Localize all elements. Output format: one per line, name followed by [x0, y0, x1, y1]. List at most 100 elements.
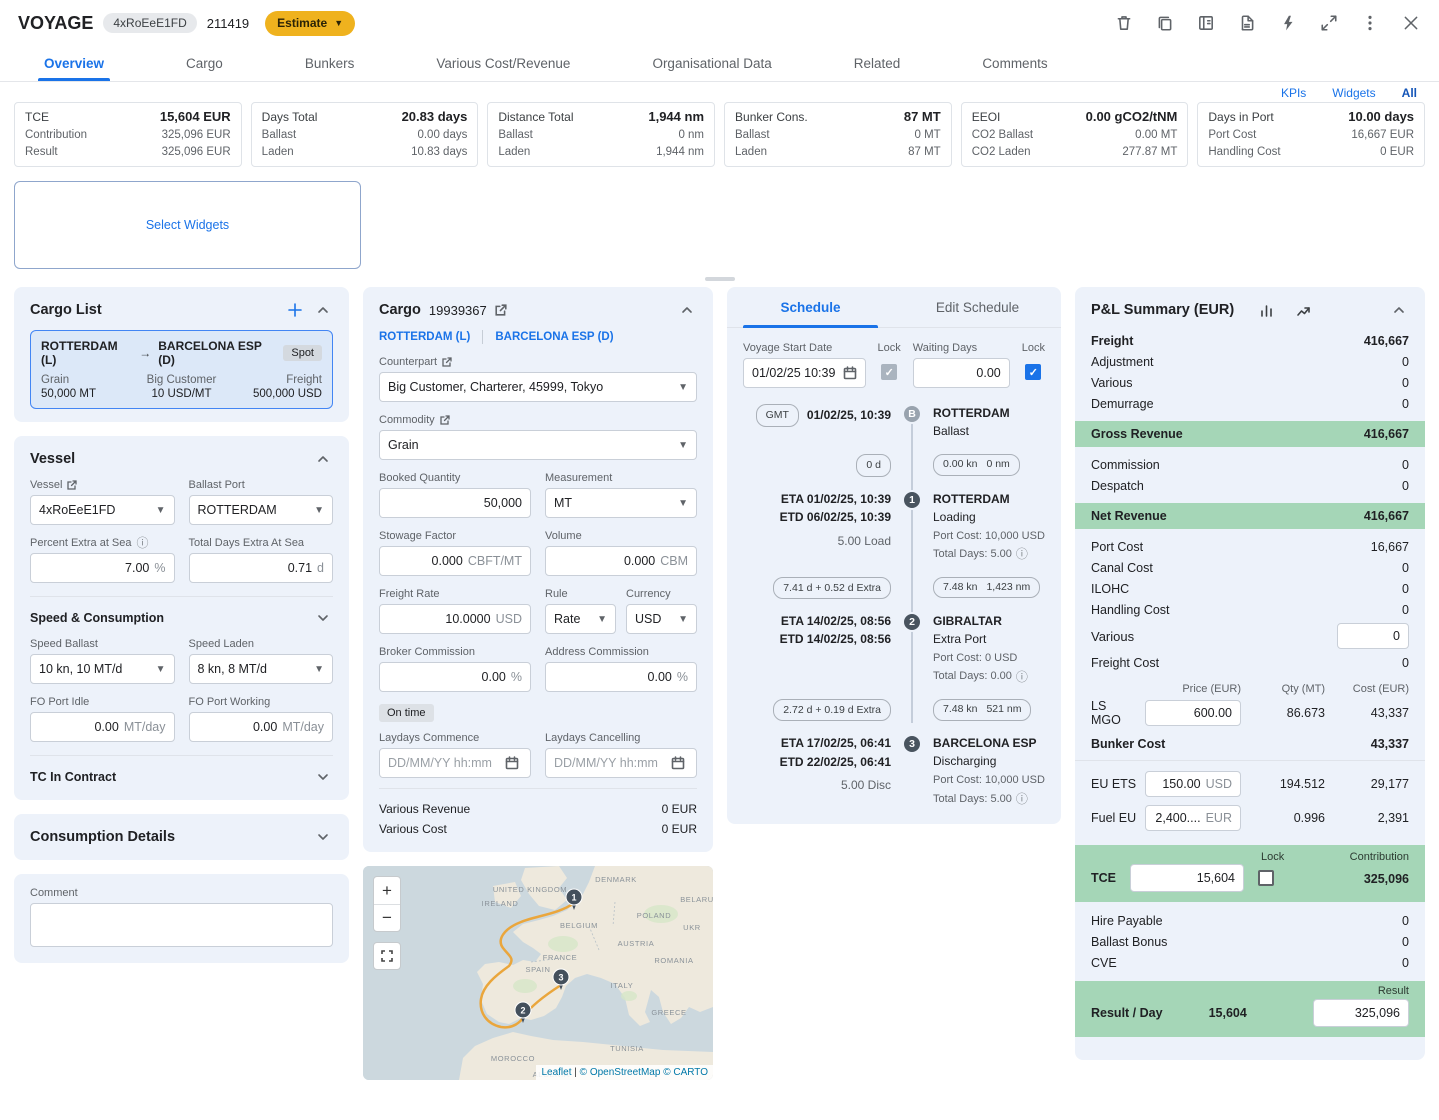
euets-price-input[interactable]: 150.00USD [1145, 771, 1241, 797]
collapse-vessel-icon[interactable] [313, 449, 333, 469]
timeline-node-2[interactable]: 2 [902, 612, 922, 632]
calendar-icon[interactable] [840, 363, 859, 383]
volume-input[interactable]: 0.000CBM [545, 546, 697, 576]
external-link-icon[interactable] [67, 480, 77, 490]
leg-speed-distance-chip: 7.48 kn1,423 nm [933, 577, 1040, 599]
various-cost-input[interactable]: 0 [1337, 623, 1409, 649]
tc-in-contract-section-toggle[interactable]: TC In Contract [30, 755, 333, 787]
external-link-icon[interactable] [442, 357, 452, 367]
tab-various-cost-revenue[interactable]: Various Cost/Revenue [436, 46, 570, 81]
osm-link[interactable]: © OpenStreetMap [580, 1067, 661, 1078]
currency-select[interactable]: USD▼ [626, 604, 697, 634]
close-icon[interactable] [1401, 13, 1421, 33]
comment-textarea[interactable] [30, 903, 333, 947]
fullscreen-icon[interactable] [1319, 13, 1339, 33]
counterpart-select[interactable]: Big Customer, Charterer, 45999, Tokyo▼ [379, 372, 697, 402]
tab-bunkers[interactable]: Bunkers [305, 46, 355, 81]
tab-cargo[interactable]: Cargo [186, 46, 223, 81]
timeline-node-1[interactable]: 1 [902, 490, 922, 510]
percent-extra-input[interactable]: 7.00% [30, 553, 175, 583]
info-icon[interactable]: ⓘ [137, 537, 149, 549]
commodity-select[interactable]: Grain▼ [379, 430, 697, 460]
more-options-icon[interactable] [1360, 13, 1380, 33]
tab-edit-schedule[interactable]: Edit Schedule [894, 287, 1061, 327]
voyage-start-date-input[interactable]: 01/02/25 10:39 [743, 358, 866, 388]
report-icon[interactable] [1196, 13, 1216, 33]
zoom-out-button[interactable]: − [374, 904, 400, 931]
freight-rate-input[interactable]: 10.0000USD [379, 604, 531, 634]
speed-ballast-select[interactable]: 10 kn, 10 MT/d▼ [30, 654, 175, 684]
pnl-row-value: 0 [1402, 355, 1409, 369]
fo-port-idle-input[interactable]: 0.00MT/day [30, 712, 175, 742]
voyage-start-lock-checkbox[interactable] [881, 364, 897, 380]
result-input[interactable]: 325,096 [1313, 999, 1409, 1027]
timeline-node-ballast[interactable]: B [902, 404, 922, 424]
measurement-select[interactable]: MT▼ [545, 488, 697, 518]
load-port-link[interactable]: ROTTERDAM (L) [379, 331, 470, 343]
collapse-cargo-detail-icon[interactable] [677, 300, 697, 320]
select-widgets-link[interactable]: Select Widgets [146, 218, 229, 232]
rule-select[interactable]: Rate▼ [545, 604, 616, 634]
bar-chart-icon[interactable] [1256, 300, 1276, 320]
zoom-in-button[interactable]: + [374, 877, 400, 904]
tab-related[interactable]: Related [854, 46, 901, 81]
estimate-dropdown-button[interactable]: Estimate ▼ [265, 11, 355, 36]
filter-widgets-link[interactable]: Widgets [1332, 86, 1375, 100]
external-link-icon[interactable] [495, 304, 507, 316]
tab-schedule[interactable]: Schedule [727, 287, 894, 327]
days-extra-input[interactable]: 0.71d [189, 553, 334, 583]
speed-consumption-section-toggle[interactable]: Speed & Consumption [30, 596, 333, 628]
carto-link[interactable]: © CARTO [663, 1067, 708, 1078]
info-icon[interactable]: ⓘ [1016, 671, 1028, 683]
waiting-days-lock-checkbox[interactable] [1025, 364, 1041, 380]
add-cargo-button[interactable] [285, 300, 305, 320]
tce-label: TCE [1091, 871, 1116, 885]
tab-comments[interactable]: Comments [982, 46, 1047, 81]
ballast-port-label: Ballast Port [189, 479, 334, 491]
stowage-factor-input[interactable]: 0.000CBFT/MT [379, 546, 531, 576]
map-fullscreen-button[interactable] [373, 942, 401, 970]
timeline-node-3[interactable]: 3 [902, 734, 922, 754]
charge-icon[interactable] [1278, 13, 1298, 33]
map-label: ITALY [611, 981, 634, 990]
collapse-pnl-icon[interactable] [1389, 300, 1409, 320]
speed-laden-select[interactable]: 8 kn, 8 MT/d▼ [189, 654, 334, 684]
tce-input[interactable]: 15,604 [1130, 864, 1244, 892]
tab-organisational-data[interactable]: Organisational Data [652, 46, 771, 81]
pnl-row-value: 0 [1402, 561, 1409, 575]
contribution-label: Contribution [1350, 851, 1409, 863]
collapse-cargo-list-icon[interactable] [313, 300, 333, 320]
info-icon[interactable]: ⓘ [1016, 548, 1028, 560]
ballast-port-select[interactable]: ROTTERDAM▼ [189, 495, 334, 525]
filter-kpis-link[interactable]: KPIs [1281, 86, 1306, 100]
route-map[interactable]: UNITED KINGDOM IRELAND DENMARK POLAND BE… [363, 866, 713, 1080]
laydays-commence-input[interactable]: DD/MM/YY hh:mm [379, 748, 531, 778]
tab-overview[interactable]: Overview [44, 46, 104, 81]
expand-consumption-icon[interactable] [313, 827, 333, 847]
calendar-icon[interactable] [502, 753, 522, 773]
discharge-port-link[interactable]: BARCELONA ESP (D) [495, 331, 613, 343]
calendar-icon[interactable] [668, 753, 688, 773]
fo-port-working-input[interactable]: 0.00MT/day [189, 712, 334, 742]
fueleu-price-input[interactable]: 2,400....EUR [1145, 805, 1241, 831]
waiting-days-input[interactable]: 0.00 [913, 358, 1010, 388]
leaflet-link[interactable]: Leaflet [541, 1067, 571, 1078]
lsmgo-price-input[interactable]: 600.00 [1145, 700, 1241, 726]
booked-quantity-input[interactable]: 50,000 [379, 488, 531, 518]
export-pdf-icon[interactable] [1237, 13, 1257, 33]
trend-chart-icon[interactable] [1294, 300, 1314, 320]
days-extra-label: Total Days Extra At Sea [189, 537, 334, 549]
laydays-cancelling-input[interactable]: DD/MM/YY hh:mm [545, 748, 697, 778]
vessel-select[interactable]: 4xRoEeE1FD▼ [30, 495, 175, 525]
delete-icon[interactable] [1114, 13, 1134, 33]
broker-commission-input[interactable]: 0.00% [379, 662, 531, 692]
duplicate-icon[interactable] [1155, 13, 1175, 33]
cargo-list-item[interactable]: ROTTERDAM (L) → BARCELONA ESP (D) Spot G… [30, 330, 333, 409]
info-icon[interactable]: ⓘ [1016, 793, 1028, 805]
tce-lock-checkbox[interactable] [1258, 870, 1274, 886]
filter-all-link[interactable]: All [1402, 86, 1417, 100]
external-link-icon[interactable] [440, 415, 450, 425]
drag-handle[interactable] [705, 277, 735, 281]
svg-text:3: 3 [558, 973, 563, 983]
address-commission-input[interactable]: 0.00% [545, 662, 697, 692]
